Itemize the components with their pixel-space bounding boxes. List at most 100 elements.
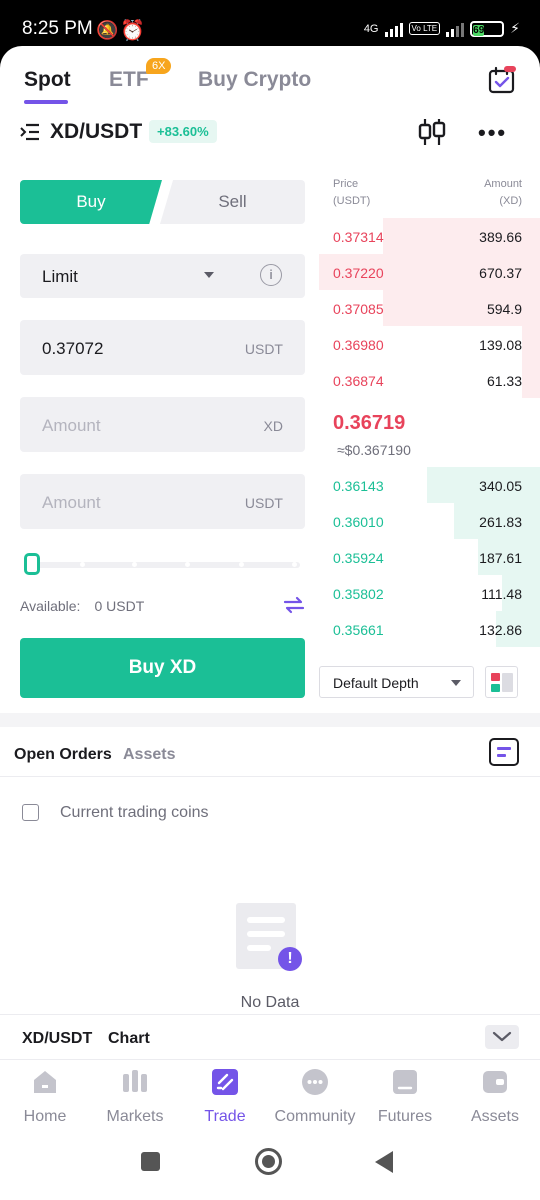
- chart-drawer-bar[interactable]: XD/USDT Chart: [0, 1014, 540, 1060]
- ask-depth-bar: [522, 362, 540, 398]
- orders-tabs: Open Orders Assets: [0, 727, 540, 777]
- ask-amount: 389.66: [479, 229, 522, 245]
- bid-amount: 187.61: [479, 550, 522, 566]
- slider-track[interactable]: [30, 562, 300, 568]
- tabbar-markets-label: Markets: [106, 1108, 164, 1125]
- etf-badge: 6X: [146, 58, 172, 74]
- signal-icon: [384, 21, 403, 37]
- tab-spot[interactable]: Spot: [24, 68, 71, 104]
- price-unit: USDT: [244, 341, 283, 357]
- more-options-icon[interactable]: •••: [478, 120, 507, 146]
- bids-view-icon: [491, 684, 500, 692]
- amount-placeholder: Amount: [42, 416, 101, 435]
- depth-select[interactable]: Default Depth: [319, 666, 474, 698]
- system-navigation: [0, 1140, 540, 1200]
- tabbar-home-label: Home: [23, 1108, 67, 1125]
- total-unit: USDT: [244, 495, 283, 511]
- ask-amount: 594.9: [486, 301, 522, 317]
- home-button[interactable]: [255, 1148, 282, 1175]
- bid-row[interactable]: 0.36010 261.83: [319, 503, 540, 539]
- info-icon[interactable]: i: [260, 264, 282, 286]
- bell-off-icon: 🔕: [96, 20, 119, 40]
- buy-xd-button[interactable]: Buy XD: [20, 638, 305, 698]
- ask-row[interactable]: 0.37085 594.9: [319, 290, 540, 326]
- battery-icon: 69: [470, 20, 505, 37]
- current-coins-checkbox[interactable]: [22, 804, 39, 821]
- ask-amount: 61.33: [486, 373, 522, 389]
- tabbar-community[interactable]: Community: [270, 1060, 360, 1140]
- network-type: 4G: [363, 22, 379, 35]
- ask-row[interactable]: 0.36874 61.33: [319, 362, 540, 398]
- slider-handle[interactable]: [24, 553, 40, 575]
- transfer-icon[interactable]: [282, 594, 306, 616]
- ask-price: 0.36874: [333, 373, 384, 389]
- slider-step-75[interactable]: [185, 562, 190, 567]
- slider-step-90[interactable]: [239, 562, 244, 567]
- chart-pair: XD/USDT: [22, 1030, 93, 1047]
- order-book-view-toggle[interactable]: [485, 666, 518, 698]
- sell-tab-button[interactable]: Sell: [160, 180, 305, 224]
- tab-assets[interactable]: Assets: [123, 746, 175, 764]
- bid-price: 0.35802: [333, 586, 384, 602]
- markets-icon: [123, 1070, 147, 1092]
- signal-icon-2: [446, 21, 465, 37]
- asks-view-icon: [491, 673, 500, 681]
- ask-row[interactable]: 0.37220 670.37: [319, 254, 540, 290]
- buy-tab-button[interactable]: Buy: [20, 180, 162, 224]
- bid-amount: 261.83: [479, 514, 522, 530]
- status-time: 8:25 PM: [22, 18, 93, 39]
- tab-spot-label: Spot: [24, 68, 71, 91]
- order-history-icon[interactable]: [489, 738, 519, 766]
- bid-row[interactable]: 0.36143 340.05: [319, 467, 540, 503]
- tabbar-markets[interactable]: Markets: [90, 1060, 180, 1140]
- app-screen: Spot ETF 6X Buy Crypto XD/USDT +83.60% •…: [0, 46, 540, 1200]
- pair-list-icon[interactable]: [20, 122, 40, 142]
- ask-row[interactable]: 0.37314 389.66: [319, 218, 540, 254]
- bid-row[interactable]: 0.35661 132.86: [319, 611, 540, 647]
- last-price: 0.36719: [333, 412, 406, 434]
- ask-price: 0.37085: [333, 301, 384, 317]
- order-book-header: Price (USDT) Amount (XD): [319, 174, 540, 210]
- bid-row[interactable]: 0.35802 111.48: [319, 575, 540, 611]
- recent-apps-button[interactable]: [141, 1152, 160, 1171]
- bid-amount: 111.48: [481, 586, 522, 602]
- pair-symbol[interactable]: XD/USDT: [50, 120, 142, 144]
- bid-amount: 132.86: [479, 622, 522, 638]
- tabbar-home[interactable]: Home: [0, 1060, 90, 1140]
- price-value: 0.37072: [42, 339, 104, 358]
- amount-input[interactable]: Amount XD: [20, 397, 305, 452]
- combined-view-icon: [502, 673, 513, 692]
- candlestick-chart-icon[interactable]: [416, 117, 448, 147]
- chart-label: Chart: [108, 1030, 150, 1047]
- bid-price: 0.36010: [333, 514, 384, 530]
- price-input[interactable]: 0.37072 USDT: [20, 320, 305, 375]
- tab-open-orders[interactable]: Open Orders: [14, 746, 112, 764]
- bid-price: 0.35924: [333, 550, 384, 566]
- dropdown-caret-icon: [451, 680, 461, 686]
- ask-price: 0.37220: [333, 265, 384, 281]
- order-type-select[interactable]: Limit i: [20, 254, 305, 298]
- ask-row[interactable]: 0.36980 139.08: [319, 326, 540, 362]
- slider-step-50[interactable]: [132, 562, 137, 567]
- tab-etf[interactable]: ETF: [109, 68, 149, 92]
- tabbar-futures[interactable]: Futures: [360, 1060, 450, 1140]
- back-button[interactable]: [375, 1151, 393, 1173]
- expand-chart-button[interactable]: [485, 1025, 519, 1049]
- bid-row[interactable]: 0.35924 187.61: [319, 539, 540, 575]
- dropdown-caret-icon: [204, 272, 214, 278]
- slider-step-25[interactable]: [80, 562, 85, 567]
- calendar-check-icon[interactable]: [488, 66, 516, 94]
- amount-column-header: Amount: [484, 178, 522, 190]
- section-divider: [0, 713, 540, 727]
- tabbar-assets[interactable]: Assets: [450, 1060, 540, 1140]
- total-input[interactable]: Amount USDT: [20, 474, 305, 529]
- current-trading-coins-filter[interactable]: Current trading coins: [0, 798, 540, 828]
- ask-amount: 139.08: [479, 337, 522, 353]
- slider-step-100[interactable]: [292, 562, 297, 567]
- ask-amount: 670.37: [479, 265, 522, 281]
- amount-slider[interactable]: [24, 553, 302, 575]
- tabbar-trade[interactable]: Trade: [180, 1060, 270, 1140]
- price-change-badge: +83.60%: [149, 120, 217, 143]
- active-tab-indicator: [24, 100, 68, 104]
- tab-buy-crypto[interactable]: Buy Crypto: [198, 68, 311, 92]
